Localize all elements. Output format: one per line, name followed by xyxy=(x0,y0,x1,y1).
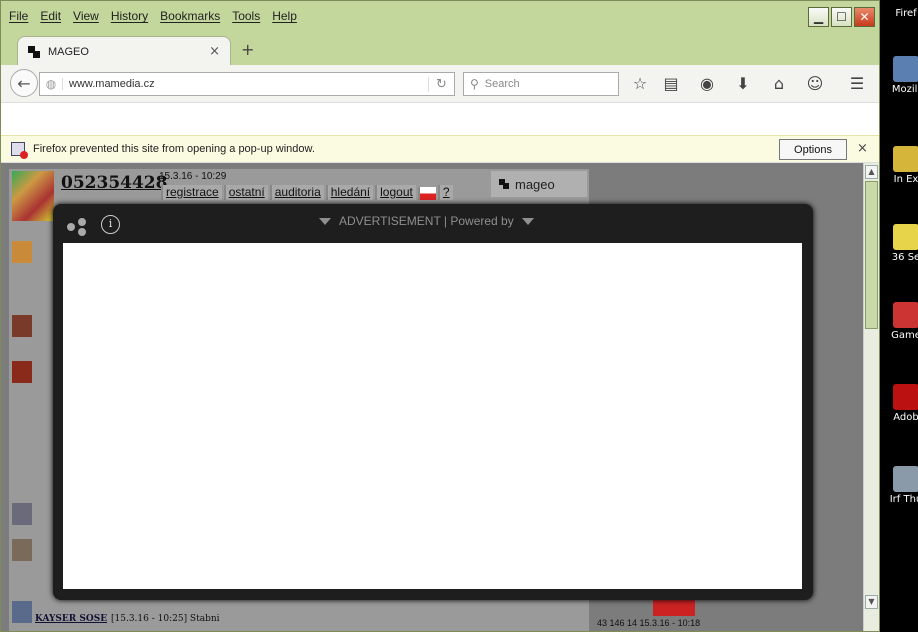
desktop-icon-internet-explorer[interactable]: In Ex xyxy=(886,146,918,186)
desktop-icon-adobe[interactable]: Adob xyxy=(886,384,918,424)
reading-list-icon[interactable]: ▤ xyxy=(661,74,681,94)
menu-bookmarks[interactable]: Bookmarks xyxy=(160,9,220,23)
desktop-icon-mozilla[interactable]: Mozill xyxy=(886,56,918,96)
footer-stamp: 43 146 14 15.3.16 - 10:18 xyxy=(597,618,701,628)
avatar[interactable] xyxy=(12,601,32,623)
nav-ostatni[interactable]: ostatní xyxy=(223,185,268,200)
360-icon xyxy=(893,224,918,250)
chevron-down-icon[interactable] xyxy=(521,217,534,225)
site-datetime: 15.3.16 - 10:29 xyxy=(159,171,227,182)
home-icon[interactable]: ⌂ xyxy=(769,74,789,94)
mageo-brand-text: mageo xyxy=(515,176,555,192)
ad-network-logo-icon xyxy=(67,218,89,236)
nav-help[interactable]: ? xyxy=(437,185,453,200)
search-placeholder: Search xyxy=(484,78,520,90)
tab-mageo[interactable]: MAGEO × xyxy=(17,36,231,66)
scrollbar-thumb[interactable] xyxy=(865,181,878,329)
menu-history[interactable]: History xyxy=(111,9,148,23)
browser-window: File Edit View History Bookmarks Tools H… xyxy=(0,0,880,632)
menu-help[interactable]: Help xyxy=(272,9,297,23)
bookmark-star-icon[interactable]: ☆ xyxy=(630,74,650,94)
download-icon[interactable]: ⬇ xyxy=(733,74,753,94)
adobe-icon xyxy=(893,384,918,410)
tab-title: MAGEO xyxy=(48,45,89,58)
czech-flag-icon[interactable] xyxy=(417,187,436,200)
back-button[interactable]: ← xyxy=(10,69,38,97)
popup-blocked-notification: Firefox prevented this site from opening… xyxy=(1,135,879,163)
post-timestamp: [15.3.16 - 10:25] Stabni xyxy=(111,614,220,624)
avatar[interactable] xyxy=(12,503,32,525)
back-arrow-icon: ← xyxy=(17,73,31,93)
nav-registrace[interactable]: registrace xyxy=(161,185,222,200)
ad-canvas[interactable] xyxy=(63,243,802,589)
menu-edit[interactable]: Edit xyxy=(40,9,61,23)
close-icon: ✕ xyxy=(859,10,870,24)
mageo-brand[interactable]: mageo xyxy=(491,171,587,197)
ad-info-icon[interactable]: i xyxy=(101,215,120,234)
desktop: Firef Mozill In Ex 36 Se Game Adob Irf T… xyxy=(0,0,918,632)
maximize-button[interactable]: ☐ xyxy=(831,7,852,27)
url-text[interactable]: www.mamedia.cz xyxy=(62,78,428,90)
close-window-button[interactable]: ✕ xyxy=(854,7,875,27)
reload-icon[interactable]: ↻ xyxy=(428,76,454,92)
notification-close-icon[interactable]: × xyxy=(857,141,868,156)
minimize-button[interactable]: ▁ xyxy=(808,7,829,27)
mozilla-icon xyxy=(893,56,918,82)
avatar[interactable] xyxy=(12,361,32,383)
post-author-link[interactable]: KAYSER SOSE xyxy=(35,614,107,624)
scroll-up-icon[interactable]: ▲ xyxy=(865,165,878,179)
ad-label: ADVERTISEMENT | Powered by xyxy=(319,214,539,228)
menu-file[interactable]: File xyxy=(9,9,28,23)
page-scrollbar[interactable]: ▲ ▼ xyxy=(863,163,879,631)
tab-strip: MAGEO × + xyxy=(1,31,879,66)
desktop-icon-game[interactable]: Game xyxy=(886,302,918,342)
avatar[interactable] xyxy=(12,241,32,263)
globe-icon: ◍ xyxy=(45,77,57,91)
search-icon: ⚲ xyxy=(470,77,479,91)
window-controls: ▁ ☐ ✕ xyxy=(808,7,875,27)
tab-close-icon[interactable]: × xyxy=(209,44,220,59)
maximize-icon: ☐ xyxy=(836,10,847,24)
desktop-icon-360[interactable]: 36 Se xyxy=(886,224,918,264)
notification-text: Firefox prevented this site from opening… xyxy=(33,143,315,155)
hamburger-menu-icon[interactable]: ☰ xyxy=(847,74,867,94)
avatar[interactable] xyxy=(12,539,32,561)
avatar[interactable] xyxy=(12,315,32,337)
navigation-toolbar: ← ◍ www.mamedia.cz ↻ ⚲ Search ☆ ▤ ◉ ⬇ ⌂ … xyxy=(1,65,879,103)
nav-auditoria[interactable]: auditoria xyxy=(269,185,324,200)
game-icon xyxy=(893,302,918,328)
red-banner xyxy=(653,600,695,616)
nav-logout[interactable]: logout xyxy=(375,185,416,200)
menu-tools[interactable]: Tools xyxy=(232,9,260,23)
toolbar-spacer xyxy=(1,103,879,135)
nav-hledani[interactable]: hledání xyxy=(325,185,374,200)
chevron-down-icon[interactable] xyxy=(319,217,331,225)
ad-label-text: ADVERTISEMENT | Powered by xyxy=(339,214,514,228)
url-bar[interactable]: ◍ www.mamedia.cz ↻ xyxy=(39,72,455,96)
advertisement-overlay: i ADVERTISEMENT | Powered by xyxy=(53,204,813,600)
visitor-counter: 052354428 xyxy=(61,173,168,193)
site-nav: registrace ostatní auditoria hledání log… xyxy=(161,185,453,200)
mageo-favicon-icon xyxy=(28,45,40,58)
ie-icon xyxy=(893,146,918,172)
popup-blocked-icon xyxy=(11,142,28,159)
search-input[interactable]: ⚲ Search xyxy=(463,72,619,96)
minimize-icon: ▁ xyxy=(813,10,824,24)
desktop-icon-firefox[interactable]: Firef xyxy=(886,8,918,20)
options-button[interactable]: Options xyxy=(779,139,847,160)
menu-view[interactable]: View xyxy=(73,9,99,23)
site-logo-image[interactable] xyxy=(12,171,54,221)
scroll-down-icon[interactable]: ▼ xyxy=(865,595,878,609)
desktop-icon-irfanview[interactable]: Irf Thu xyxy=(886,466,918,506)
menu-bar: File Edit View History Bookmarks Tools H… xyxy=(1,1,879,31)
mageo-logo-icon xyxy=(499,179,509,189)
new-tab-button[interactable]: + xyxy=(241,40,254,59)
pocket-icon[interactable]: ◉ xyxy=(697,74,717,94)
irfanview-icon xyxy=(893,466,918,492)
hello-chat-icon[interactable]: ☺ xyxy=(805,74,825,94)
